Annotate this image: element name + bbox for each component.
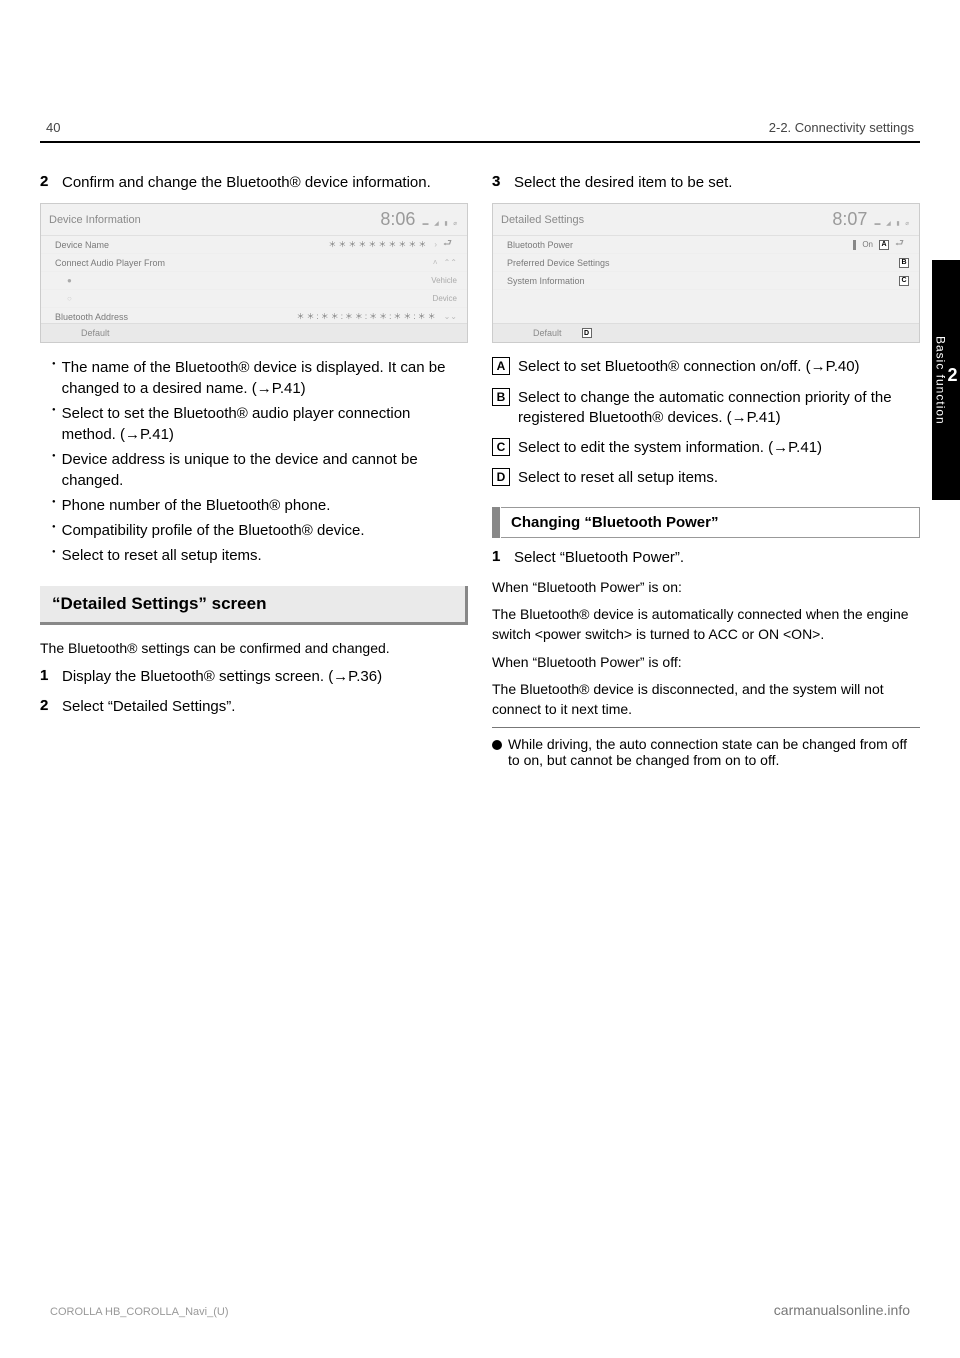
chevron-right-icon: ›	[434, 240, 437, 249]
footer-right: carmanualsonline.info	[774, 1302, 910, 1318]
double-chevron-down-icon: ⌄⌄	[444, 312, 457, 321]
bullet-icon: ●	[52, 403, 56, 445]
step-number: 1	[40, 667, 54, 687]
black-dot-icon	[492, 740, 502, 750]
ss2-default: Default	[533, 328, 562, 338]
footer-left: COROLLA HB_COROLLA_Navi_(U)	[50, 1306, 229, 1318]
step-number: 2	[40, 173, 54, 193]
step-1b: 1 Display the Bluetooth® settings screen…	[40, 667, 468, 687]
right-column: 3 Select the desired item to be set. Det…	[492, 173, 920, 770]
chevron-up-icon: ˄	[433, 258, 438, 267]
radio-icon: ●	[67, 276, 72, 285]
note-4: Phone number of the Bluetooth® phone.	[62, 495, 331, 516]
step-2b-text: Select “Detailed Settings”.	[62, 697, 468, 717]
ss2-time: 8:07	[832, 209, 867, 229]
step-number: 1	[492, 548, 506, 568]
detailed-settings-screenshot: Detailed Settings 8:07 ▬ ◢ ▮ ⌀ Bluetooth…	[492, 203, 920, 343]
ss2-bt-power: Bluetooth Power	[507, 240, 573, 250]
bullet-icon: ●	[52, 449, 56, 491]
bullet-icon: ●	[52, 545, 56, 566]
back-icon: ⮐	[443, 236, 457, 253]
divider	[492, 727, 920, 728]
subsection-title: Changing “Bluetooth Power”	[501, 507, 920, 538]
ss2-preferred: Preferred Device Settings	[507, 258, 610, 268]
ss1-title: Device Information	[49, 214, 141, 226]
bullet-icon: ●	[52, 495, 56, 516]
ss2-status-icons: ▬ ◢ ▮ ⌀	[874, 221, 911, 227]
label-b-mini: B	[899, 258, 909, 268]
section-label: 2-2. Connectivity settings	[769, 120, 914, 135]
footnote-text: While driving, the auto connection state…	[508, 736, 920, 768]
note-5: Compatibility profile of the Bluetooth® …	[62, 520, 365, 541]
side-tab-label: Basic function	[934, 336, 948, 425]
left-column: 2 Confirm and change the Bluetooth® devi…	[40, 173, 468, 770]
subsection-bar-icon	[492, 507, 500, 538]
ss1-default: Default	[81, 328, 110, 338]
side-tab-number: 2	[948, 365, 959, 386]
note-6: Select to reset all setup items.	[62, 545, 262, 566]
off-header: When “Bluetooth Power” is off:	[492, 653, 920, 673]
letter-b-box: B	[492, 388, 510, 406]
label-a-mini: A	[879, 240, 889, 250]
side-tab: 2 Basic function	[932, 260, 960, 500]
callout-c: C Select to edit the system information.…	[492, 438, 920, 458]
letter-d-box: D	[492, 468, 510, 486]
ss2-system-info: System Information	[507, 276, 585, 286]
radio-icon: ○	[67, 294, 72, 303]
ss2-title: Detailed Settings	[501, 214, 584, 226]
ss1-device-name-label: Device Name	[55, 240, 109, 250]
page-number-top: 40	[46, 120, 60, 135]
on-header: When “Bluetooth Power” is on:	[492, 578, 920, 598]
step-1b-text: Display the Bluetooth® settings screen. …	[62, 667, 468, 687]
substep-1: 1 Select “Bluetooth Power”.	[492, 548, 920, 568]
callout-d: D Select to reset all setup items.	[492, 468, 920, 488]
step-number: 3	[492, 173, 506, 193]
ss1-bt-address: Bluetooth Address	[55, 312, 128, 322]
device-info-screenshot: Device Information 8:06 ▬ ◢ ▮ ⌀ Device N…	[40, 203, 468, 343]
off-body: The Bluetooth® device is disconnected, a…	[492, 680, 920, 719]
substep-1-text: Select “Bluetooth Power”.	[514, 548, 920, 568]
callout-a-text: Select to set Bluetooth® connection on/o…	[518, 357, 920, 377]
ss1-vehicle: Vehicle	[431, 276, 457, 285]
step-2b: 2 Select “Detailed Settings”.	[40, 697, 468, 717]
double-chevron-up-icon: ⌃⌃	[444, 258, 457, 267]
callout-a: A Select to set Bluetooth® connection on…	[492, 357, 920, 377]
ss1-status-icons: ▬ ◢ ▮ ⌀	[422, 221, 459, 227]
callout-d-text: Select to reset all setup items.	[518, 468, 920, 488]
step-2: 2 Confirm and change the Bluetooth® devi…	[40, 173, 468, 193]
callout-b: B Select to change the automatic connect…	[492, 388, 920, 429]
ss1-device-name-val: ＊＊＊＊＊＊＊＊＊＊	[328, 239, 428, 250]
page-header: 40 2-2. Connectivity settings	[40, 120, 920, 135]
letter-c-box: C	[492, 438, 510, 456]
ss1-time: 8:06	[380, 209, 415, 229]
label-c-mini: C	[899, 276, 909, 286]
section-detailed-settings: “Detailed Settings” screen	[40, 586, 468, 625]
bullet-icon: ●	[52, 520, 56, 541]
step-2-text: Confirm and change the Bluetooth® device…	[62, 173, 468, 193]
subsection-changing-bt-power: Changing “Bluetooth Power”	[492, 507, 920, 538]
callout-c-text: Select to edit the system information. (…	[518, 438, 920, 458]
on-body: The Bluetooth® device is automatically c…	[492, 605, 920, 644]
callout-b-text: Select to change the automatic connectio…	[518, 388, 920, 429]
step-number: 2	[40, 697, 54, 717]
section-body: The Bluetooth® settings can be confirmed…	[40, 639, 468, 659]
back-icon: ⮐	[895, 236, 909, 253]
step-3-text: Select the desired item to be set.	[514, 173, 920, 193]
note-2: Select to set the Bluetooth® audio playe…	[62, 403, 468, 445]
letter-a-box: A	[492, 357, 510, 375]
bullet-icon: ●	[52, 357, 56, 399]
ss1-device: Device	[433, 294, 457, 303]
footnote: While driving, the auto connection state…	[492, 736, 920, 768]
ss2-bt-power-val: On	[862, 240, 873, 249]
ss1-connect-from: Connect Audio Player From	[55, 258, 165, 268]
step-3: 3 Select the desired item to be set.	[492, 173, 920, 193]
label-d-mini: D	[582, 328, 592, 338]
header-rule	[40, 141, 920, 143]
note-1: The name of the Bluetooth® device is dis…	[62, 357, 468, 399]
notes-list: ●The name of the Bluetooth® device is di…	[52, 357, 468, 566]
note-3: Device address is unique to the device a…	[62, 449, 468, 491]
ss1-bt-address-val: ＊＊:＊＊:＊＊:＊＊:＊＊:＊＊	[296, 311, 437, 322]
toggle-icon	[853, 240, 856, 250]
